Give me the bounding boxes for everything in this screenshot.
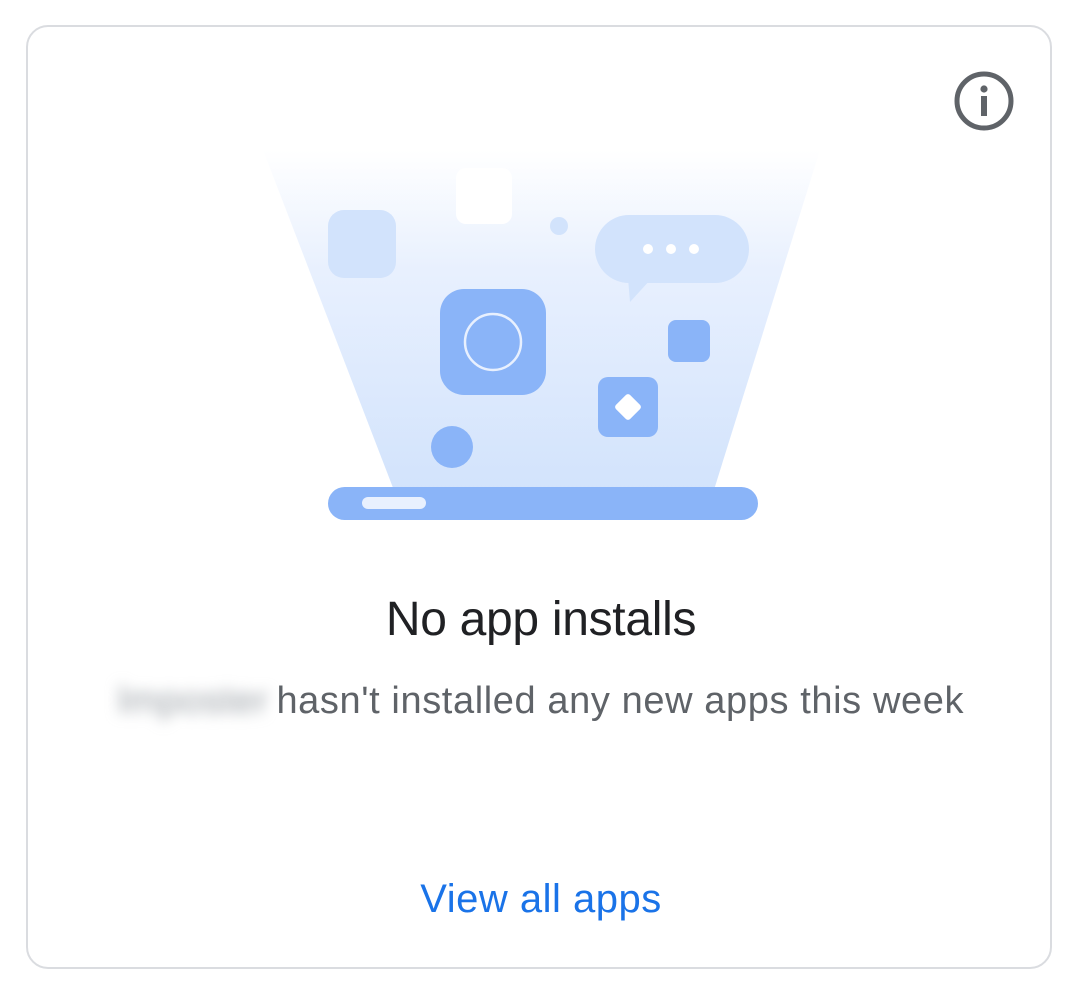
app-tile-small xyxy=(668,320,710,362)
app-tile-light xyxy=(328,210,396,278)
app-installs-illustration xyxy=(263,150,820,520)
app-tile-white xyxy=(456,168,512,224)
view-all-apps-link[interactable]: View all apps xyxy=(420,877,661,921)
card-subtitle: lmposter hasn't installed any new apps th… xyxy=(108,672,974,730)
info-button[interactable] xyxy=(953,70,1015,132)
blurred-user-name: lmposter xyxy=(117,680,269,722)
info-icon xyxy=(954,71,1014,131)
app-tile-main xyxy=(440,289,546,395)
subtitle-text: hasn't installed any new apps this week xyxy=(276,680,965,722)
view-all-apps-container: View all apps xyxy=(28,877,1054,922)
small-dot xyxy=(550,217,568,235)
no-app-installs-card: No app installs lmposter hasn't installed… xyxy=(26,25,1052,969)
card-title: No app installs xyxy=(385,593,697,646)
circle-shape xyxy=(431,426,473,468)
